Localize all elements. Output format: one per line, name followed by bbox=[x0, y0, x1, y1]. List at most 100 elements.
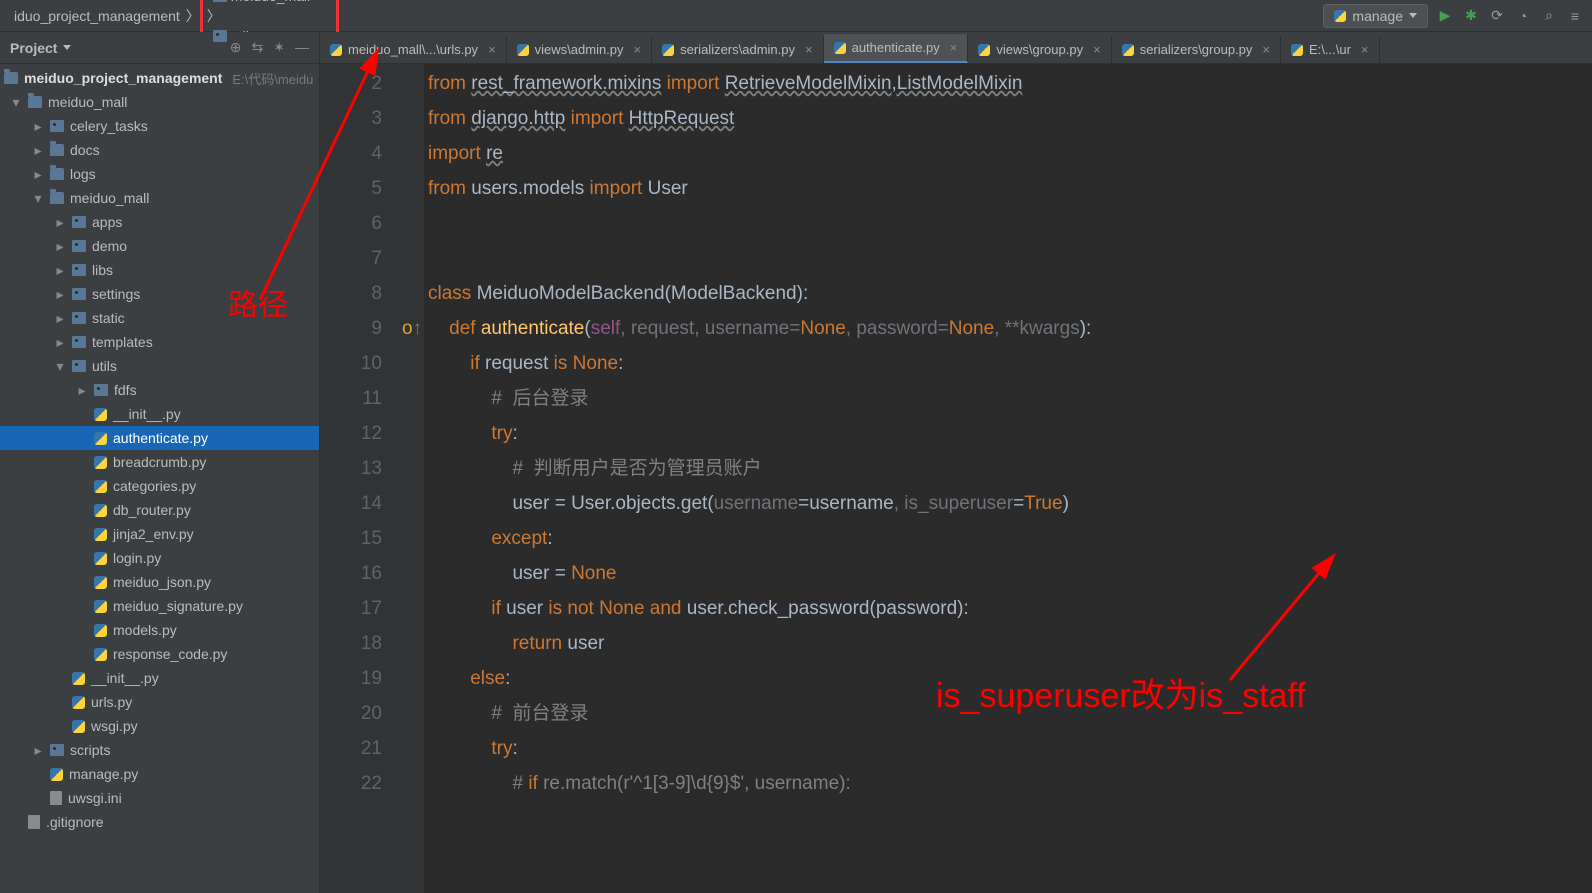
code-editor[interactable]: 2345678910111213141516171819202122 o↑ fr… bbox=[320, 64, 1592, 893]
tree-label: demo bbox=[92, 238, 127, 254]
python-icon bbox=[72, 696, 85, 709]
tree-node[interactable]: ▸ settings bbox=[0, 282, 319, 306]
collapse-icon[interactable]: — bbox=[295, 39, 309, 56]
tree-node[interactable]: ▸fdfs bbox=[0, 378, 319, 402]
project-title[interactable]: Project bbox=[10, 40, 57, 56]
tree-node[interactable]: ▾ meiduo_mall bbox=[0, 90, 319, 114]
tree-label: response_code.py bbox=[113, 646, 227, 662]
editor-tab[interactable]: serializers\admin.py × bbox=[652, 36, 823, 63]
tree-node[interactable]: ▸docs bbox=[0, 138, 319, 162]
tree-label: settings bbox=[92, 286, 140, 302]
tree-node[interactable]: login.py bbox=[0, 546, 319, 570]
tree-node[interactable]: categories.py bbox=[0, 474, 319, 498]
tree-node[interactable]: __init__.py bbox=[0, 402, 319, 426]
tree-node[interactable]: ▸templates bbox=[0, 330, 319, 354]
editor-tab[interactable]: E:\...\ur× bbox=[1281, 36, 1380, 63]
chevron-icon[interactable]: ▾ bbox=[10, 94, 22, 111]
tree-node[interactable]: .gitignore bbox=[0, 810, 319, 834]
gear-icon[interactable]: ✶ bbox=[273, 39, 285, 56]
chevron-icon[interactable]: ▸ bbox=[54, 214, 66, 231]
editor-tabs: meiduo_mall\...\urls.py×views\admin.py×s… bbox=[320, 32, 1592, 64]
chevron-icon[interactable]: ▾ bbox=[54, 358, 66, 375]
editor-tab[interactable]: serializers\group.py × bbox=[1112, 36, 1281, 63]
chevron-icon[interactable]: ▾ bbox=[32, 190, 44, 207]
close-icon[interactable]: × bbox=[950, 40, 958, 55]
tree-node[interactable]: ▸ logs bbox=[0, 162, 319, 186]
tree-label: __init__.py bbox=[91, 670, 159, 686]
project-header: Project ⊕ ⇆ ✶ — bbox=[0, 32, 319, 64]
editor-tab[interactable]: views\group.py× bbox=[968, 36, 1111, 63]
tree-node[interactable]: wsgi.py bbox=[0, 714, 319, 738]
tree-node[interactable]: manage.py bbox=[0, 762, 319, 786]
more-icon[interactable]: ≡ bbox=[1566, 7, 1584, 25]
chevron-icon[interactable]: ▸ bbox=[32, 142, 44, 159]
tree-node[interactable]: db_router.py bbox=[0, 498, 319, 522]
close-icon[interactable]: × bbox=[1093, 42, 1101, 57]
package-icon bbox=[72, 288, 86, 300]
tree-node[interactable]: models.py bbox=[0, 618, 319, 642]
tree-node[interactable]: ▾ utils bbox=[0, 354, 319, 378]
python-icon bbox=[1291, 44, 1303, 56]
tree-label: libs bbox=[92, 262, 113, 278]
tree-node[interactable]: ▸celery_tasks bbox=[0, 114, 319, 138]
tree-node[interactable]: meiduo_signature.py bbox=[0, 594, 319, 618]
tree-node[interactable]: ▾ meiduo_mall bbox=[0, 186, 319, 210]
close-icon[interactable]: × bbox=[1361, 42, 1369, 57]
tree-label: meiduo_mall bbox=[70, 190, 149, 206]
run-config-selector[interactable]: manage bbox=[1323, 4, 1428, 28]
close-icon[interactable]: × bbox=[1262, 42, 1270, 57]
run-icon[interactable]: ▶ bbox=[1436, 7, 1454, 25]
editor-tab[interactable]: meiduo_mall\...\urls.py× bbox=[320, 36, 507, 63]
tree-label: meiduo_mall bbox=[48, 94, 127, 110]
folder-icon bbox=[50, 192, 64, 204]
chevron-icon[interactable]: ▸ bbox=[54, 310, 66, 327]
tree-node[interactable]: ▸scripts bbox=[0, 738, 319, 762]
tree-label: manage.py bbox=[69, 766, 138, 782]
target-icon[interactable]: ⊕ bbox=[230, 39, 242, 56]
project-tree[interactable]: meiduo_project_management E:\代码\meidu ▾ m… bbox=[0, 64, 319, 834]
tree-node[interactable]: response_code.py bbox=[0, 642, 319, 666]
editor-tab[interactable]: authenticate.py× bbox=[824, 34, 969, 63]
chevron-icon[interactable]: ▸ bbox=[54, 238, 66, 255]
chevron-icon[interactable]: ▸ bbox=[54, 286, 66, 303]
editor-tab[interactable]: views\admin.py× bbox=[507, 36, 652, 63]
project-root[interactable]: meiduo_project_management E:\代码\meidu bbox=[0, 66, 319, 90]
chevron-icon[interactable]: ▸ bbox=[54, 262, 66, 279]
chevron-icon[interactable]: ▸ bbox=[32, 742, 44, 759]
chevron-icon[interactable]: ▸ bbox=[76, 382, 88, 399]
tree-node[interactable]: ▸static bbox=[0, 306, 319, 330]
chevron-icon[interactable]: ▸ bbox=[54, 334, 66, 351]
tree-node[interactable]: ▸ libs bbox=[0, 258, 319, 282]
tree-label: logs bbox=[70, 166, 96, 182]
debug-icon[interactable]: ✱ bbox=[1462, 7, 1480, 25]
gutter-marks: o↑ bbox=[400, 64, 424, 893]
close-icon[interactable]: × bbox=[805, 42, 813, 57]
tree-node[interactable]: meiduo_json.py bbox=[0, 570, 319, 594]
tab-label: serializers\group.py bbox=[1140, 42, 1253, 57]
code-content[interactable]: from rest_framework.mixins import Retrie… bbox=[424, 64, 1592, 893]
tab-label: serializers\admin.py bbox=[680, 42, 795, 57]
tree-node[interactable]: ▸ demo bbox=[0, 234, 319, 258]
chevron-down-icon[interactable] bbox=[63, 45, 71, 50]
tree-node[interactable]: authenticate.py bbox=[0, 426, 319, 450]
tree-node[interactable]: urls.py bbox=[0, 690, 319, 714]
tree-label: utils bbox=[92, 358, 117, 374]
tree-node[interactable]: ▸apps bbox=[0, 210, 319, 234]
expand-icon[interactable]: ⇆ bbox=[252, 39, 264, 56]
package-icon bbox=[72, 240, 86, 252]
crumb-part[interactable]: meiduo_mall bbox=[207, 0, 332, 6]
tree-label: urls.py bbox=[91, 694, 132, 710]
chevron-icon[interactable]: ▸ bbox=[32, 118, 44, 135]
crumb-root[interactable]: iduo_project_management bbox=[8, 6, 186, 26]
tree-node[interactable]: jinja2_env.py bbox=[0, 522, 319, 546]
search-icon[interactable]: ⌕ bbox=[1540, 7, 1558, 25]
run-with-coverage-icon[interactable]: ⟳ bbox=[1488, 7, 1506, 25]
tree-node[interactable]: uwsgi.ini bbox=[0, 786, 319, 810]
profiler-icon[interactable]: ◔ bbox=[1514, 7, 1532, 25]
chevron-icon[interactable]: ▸ bbox=[32, 166, 44, 183]
close-icon[interactable]: × bbox=[634, 42, 642, 57]
tree-node[interactable]: breadcrumb.py bbox=[0, 450, 319, 474]
package-icon bbox=[213, 30, 227, 42]
close-icon[interactable]: × bbox=[488, 42, 496, 57]
tree-node[interactable]: __init__.py bbox=[0, 666, 319, 690]
